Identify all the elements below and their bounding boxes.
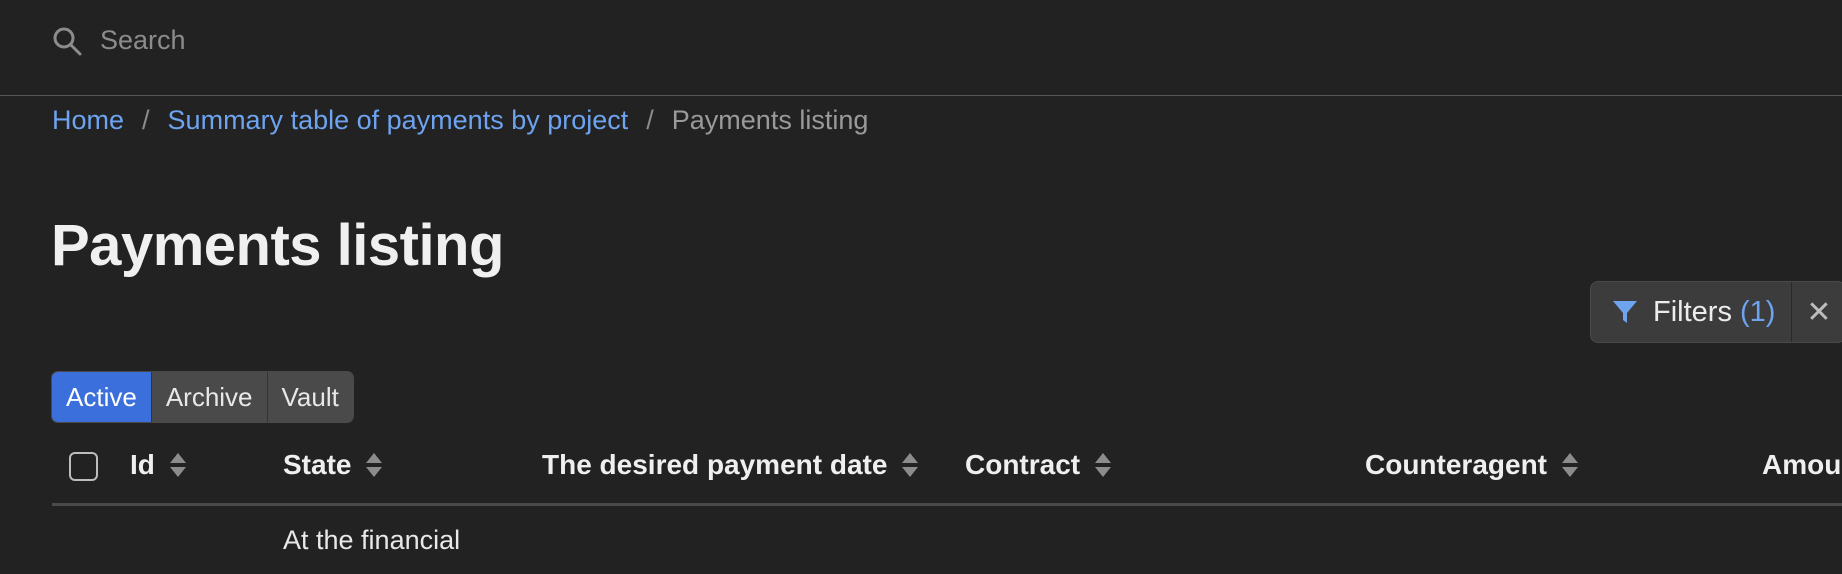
view-tabs: Active Archive Vault [51,371,354,423]
filters-button[interactable]: Filters (1) [1591,282,1791,342]
sort-icon [366,453,383,477]
payments-page: Home / Summary table of payments by proj… [0,0,1842,574]
breadcrumb: Home / Summary table of payments by proj… [52,103,868,137]
column-header-label: Counteragent [1365,449,1547,480]
top-search-bar [0,0,1842,96]
search-input[interactable] [100,18,800,62]
filters-label: Filters [1653,295,1732,328]
breadcrumb-separator: / [646,104,654,135]
sort-icon [1095,453,1112,477]
breadcrumb-current: Payments listing [671,104,869,135]
column-header-label: The desired payment date [542,449,888,480]
tab-active[interactable]: Active [52,372,152,422]
tab-vault[interactable]: Vault [267,372,353,422]
breadcrumb-home-link[interactable]: Home [52,105,124,136]
sort-icon [169,453,186,477]
filters-count: (1) [1739,295,1776,328]
select-all-checkbox[interactable] [69,452,98,481]
column-header-state[interactable]: State [283,436,383,494]
column-header-label: Contract [965,449,1081,480]
filter-icon [1613,301,1637,323]
column-header-label: Id [130,449,155,480]
column-header-label: Amount [1762,449,1842,480]
column-header-desired-payment-date[interactable]: The desired payment date [542,436,919,494]
close-icon: ✕ [1806,295,1832,329]
search-icon [53,27,82,56]
column-header-id[interactable]: Id [130,436,187,494]
clear-filters-button[interactable]: ✕ [1791,282,1842,342]
breadcrumb-separator: / [142,104,150,135]
tab-archive[interactable]: Archive [151,372,268,422]
sort-icon [1562,453,1578,477]
table-header: Id State The desired payment date Contra… [52,436,1842,506]
column-header-amount[interactable]: Amount [1762,436,1842,494]
row-state-cell: At the financial [283,525,461,555]
breadcrumb-summary-link[interactable]: Summary table of payments by project [168,105,629,136]
column-header-label: State [283,449,352,480]
sort-icon [902,453,919,477]
page-title: Payments listing [51,213,504,278]
column-header-counteragent[interactable]: Counteragent [1365,436,1579,494]
filters-group: Filters (1) ✕ [1590,281,1842,343]
column-header-contract[interactable]: Contract [965,436,1112,494]
